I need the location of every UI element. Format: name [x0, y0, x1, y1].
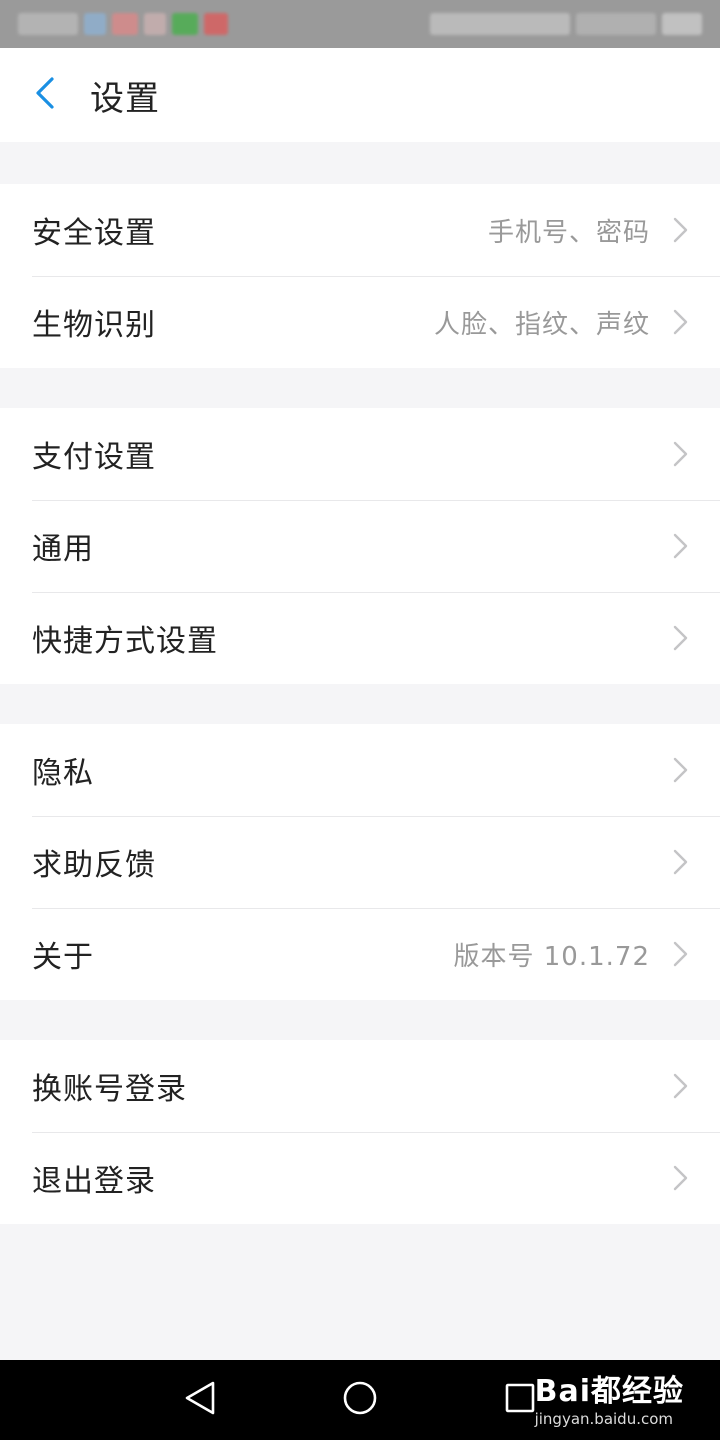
row-label: 隐私 — [32, 756, 94, 791]
row-logout[interactable]: 退出登录 — [0, 1132, 720, 1224]
chevron-left-icon — [34, 76, 56, 114]
triangle-back-icon — [183, 1380, 217, 1420]
row-privacy[interactable]: 隐私 — [0, 724, 720, 816]
chevron-right-icon — [670, 939, 690, 969]
baidu-jingyan-watermark: Bai都经验 jingyan.baidu.com — [535, 1366, 684, 1428]
back-button[interactable] — [0, 48, 90, 142]
chevron-right-icon — [670, 215, 690, 245]
chevron-right-icon — [670, 1071, 690, 1101]
settings-group-login: 换账号登录 退出登录 — [0, 1040, 720, 1224]
settings-group-account: 安全设置 手机号、密码 生物识别 人脸、指纹、声纹 — [0, 184, 720, 368]
chevron-right-icon — [670, 755, 690, 785]
page-title: 设置 — [90, 78, 160, 119]
row-value: 手机号、密码 — [487, 217, 650, 248]
chevron-right-icon — [670, 307, 690, 337]
row-security-settings[interactable]: 安全设置 手机号、密码 — [0, 184, 720, 276]
version-value: 版本号 10.1.72 — [453, 941, 650, 972]
chevron-right-icon — [670, 439, 690, 469]
row-biometrics[interactable]: 生物识别 人脸、指纹、声纹 — [0, 276, 720, 368]
row-general[interactable]: 通用 — [0, 500, 720, 592]
row-label: 关于 — [32, 940, 94, 975]
app-header: 设置 — [0, 48, 720, 142]
row-label: 换账号登录 — [32, 1072, 187, 1107]
nav-back-button[interactable] — [180, 1380, 220, 1420]
status-icons-left — [18, 13, 228, 35]
chevron-right-icon — [670, 847, 690, 877]
row-label: 生物识别 — [32, 308, 156, 343]
circle-home-icon — [342, 1380, 378, 1420]
settings-group-about: 隐私 求助反馈 关于 版本号 10.1.72 — [0, 724, 720, 1000]
watermark-brand: Bai都经验 — [534, 1374, 684, 1409]
nav-home-button[interactable] — [340, 1380, 380, 1420]
watermark-url: jingyan.baidu.com — [534, 1410, 674, 1428]
row-label: 安全设置 — [32, 216, 156, 251]
status-bar — [0, 0, 720, 48]
row-value: 人脸、指纹、声纹 — [433, 309, 650, 340]
row-payment-settings[interactable]: 支付设置 — [0, 408, 720, 500]
row-about[interactable]: 关于 版本号 10.1.72 — [0, 908, 720, 1000]
square-recents-icon — [503, 1381, 537, 1419]
row-switch-account[interactable]: 换账号登录 — [0, 1040, 720, 1132]
chevron-right-icon — [670, 531, 690, 561]
row-label: 通用 — [32, 532, 94, 567]
row-help-feedback[interactable]: 求助反馈 — [0, 816, 720, 908]
row-label: 快捷方式设置 — [32, 624, 218, 659]
row-shortcut-settings[interactable]: 快捷方式设置 — [0, 592, 720, 684]
status-icons-right — [430, 13, 702, 35]
row-label: 支付设置 — [32, 440, 156, 475]
row-label: 求助反馈 — [32, 848, 156, 883]
settings-group-payment: 支付设置 通用 快捷方式设置 — [0, 408, 720, 684]
row-label: 退出登录 — [32, 1164, 156, 1199]
chevron-right-icon — [670, 1163, 690, 1193]
chevron-right-icon — [670, 623, 690, 653]
